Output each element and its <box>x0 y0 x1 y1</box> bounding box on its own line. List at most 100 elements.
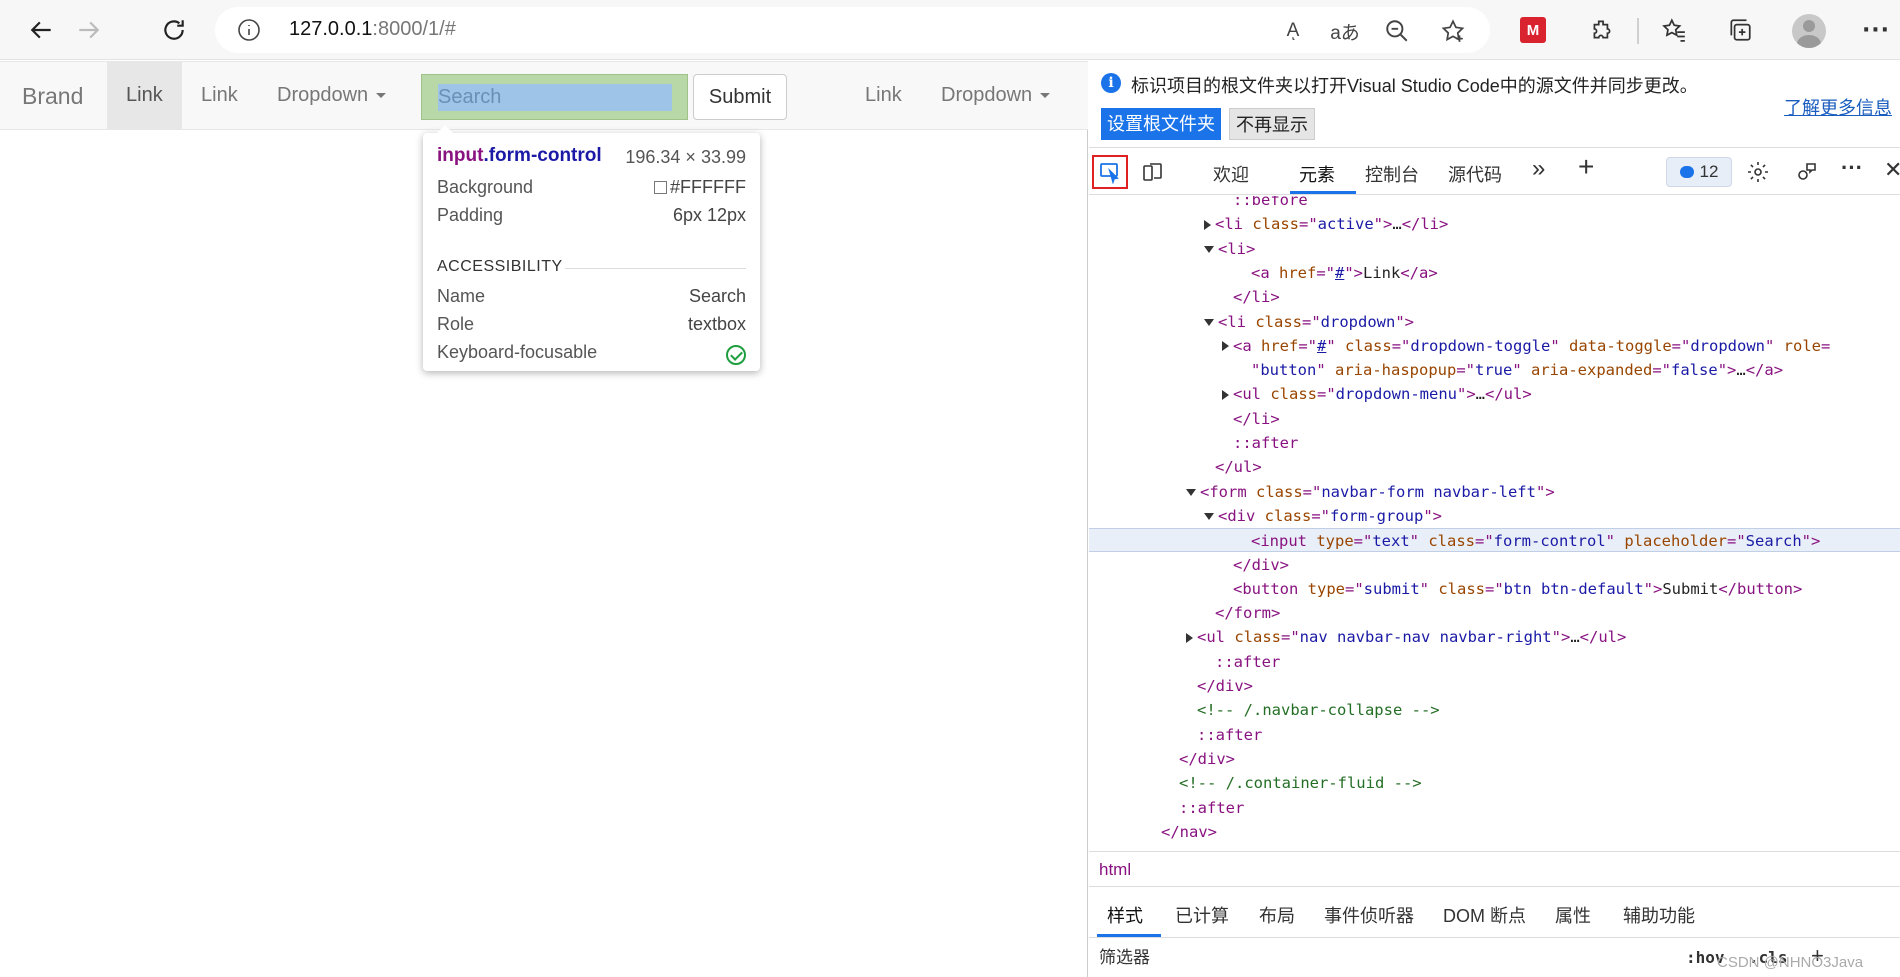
search-input[interactable] <box>438 84 672 111</box>
dom-node[interactable]: <ul class="nav navbar-nav navbar-right">… <box>1089 625 1900 649</box>
profile-avatar[interactable] <box>1792 14 1826 48</box>
subtab-computed[interactable]: 已计算 <box>1175 902 1229 928</box>
forward-button[interactable] <box>68 10 108 50</box>
add-favorite-icon[interactable] <box>1437 15 1469 47</box>
refresh-button[interactable] <box>154 10 194 50</box>
subtab-layout[interactable]: 布局 <box>1259 902 1295 928</box>
learn-more-link[interactable]: 了解更多信息 <box>1784 94 1892 120</box>
tooltip-selector: input.form-control <box>437 145 602 166</box>
navbar-link-right[interactable]: Link <box>865 84 902 107</box>
device-emulation-button[interactable] <box>1135 155 1171 189</box>
expand-triangle-icon[interactable] <box>1222 341 1229 352</box>
favorites-icon[interactable] <box>1654 10 1694 50</box>
translate-icon[interactable]: aあ <box>1329 15 1361 47</box>
info-icon: i <box>1101 73 1121 93</box>
expand-triangle-icon[interactable] <box>1204 318 1214 326</box>
dom-node-selected[interactable]: <input type="text" class="form-control" … <box>1089 528 1900 553</box>
tooltip-accessibility-heading: ACCESSIBILITY <box>437 258 563 275</box>
inspect-element-button[interactable] <box>1092 155 1128 189</box>
dom-node[interactable]: <a href="#">Link</a> <box>1089 261 1900 285</box>
toolbar-divider <box>1637 18 1639 44</box>
watermark: CSDN @NHNO3Java <box>1717 954 1864 971</box>
more-tabs-button[interactable]: » <box>1532 155 1545 183</box>
dom-node[interactable]: </li> <box>1089 407 1900 431</box>
tooltip-padding-row: Padding 6px 12px <box>437 205 746 225</box>
filter-input[interactable] <box>1099 943 1659 973</box>
dom-node[interactable]: </li> <box>1089 285 1900 309</box>
dom-node[interactable]: </nav> <box>1089 820 1900 844</box>
subtab-properties[interactable]: 属性 <box>1555 902 1591 928</box>
dom-node[interactable]: ::after <box>1089 723 1900 747</box>
dom-node[interactable]: <li> <box>1089 237 1900 261</box>
dom-node[interactable]: </div> <box>1089 553 1900 577</box>
navbar-brand[interactable]: Brand <box>22 83 83 110</box>
address-bar[interactable]: 127.0.0.1:8000/1/# Aͅ aあ <box>215 7 1490 53</box>
tooltip-role-row: Role textbox <box>437 314 746 334</box>
dom-node[interactable]: ::after <box>1089 650 1900 674</box>
dom-node[interactable]: </ul> <box>1089 455 1900 479</box>
extensions-icon[interactable] <box>1582 10 1622 50</box>
breadcrumb-item-html[interactable]: html <box>1099 860 1131 880</box>
tab-sources[interactable]: 源代码 <box>1448 161 1502 187</box>
dom-node[interactable]: <form class="navbar-form navbar-left"> <box>1089 480 1900 504</box>
dom-node[interactable]: ::after <box>1089 431 1900 455</box>
gear-icon <box>1748 162 1768 182</box>
navbar-link-active[interactable]: Link <box>126 84 163 107</box>
subtab-dom-breakpoints[interactable]: DOM 断点 <box>1443 902 1526 928</box>
arrow-right-icon <box>79 21 100 39</box>
dom-node[interactable]: <div class="form-group"> <box>1089 504 1900 528</box>
add-tab-button[interactable]: + <box>1578 151 1594 183</box>
back-button[interactable] <box>22 10 62 50</box>
dom-node[interactable]: <li class="active">…</li> <box>1089 212 1900 236</box>
expand-triangle-icon[interactable] <box>1204 219 1211 230</box>
dom-node[interactable]: <li class="dropdown"> <box>1089 310 1900 334</box>
dom-node[interactable]: </form> <box>1089 601 1900 625</box>
subtab-styles[interactable]: 样式 <box>1107 902 1143 928</box>
dom-node[interactable]: ::before <box>1089 196 1900 212</box>
devtools-more-button[interactable]: ··· <box>1841 155 1863 181</box>
set-root-folder-button[interactable]: 设置根文件夹 <box>1101 108 1221 140</box>
dom-node[interactable]: <!-- /.container-fluid --> <box>1089 771 1900 795</box>
breadcrumb: html <box>1089 851 1900 887</box>
expand-triangle-icon[interactable] <box>1186 632 1193 643</box>
read-aloud-icon[interactable]: Aͅ <box>1277 15 1309 47</box>
subtab-event-listeners[interactable]: 事件侦听器 <box>1324 902 1414 928</box>
navbar-dropdown-right[interactable]: Dropdown <box>941 84 1051 107</box>
arrow-left-icon <box>30 21 51 39</box>
dom-tree: ::before <li class="active">…</li> <li> <a … <box>1089 196 1900 850</box>
address-url[interactable]: 127.0.0.1:8000/1/# <box>289 18 456 41</box>
refresh-icon <box>164 20 184 40</box>
dom-node[interactable]: <ul class="dropdown-menu">…</ul> <box>1089 382 1900 406</box>
submit-button[interactable]: Submit <box>693 74 787 120</box>
navbar-dropdown[interactable]: Dropdown <box>277 84 387 107</box>
dom-node[interactable]: "button" aria-haspopup="true" aria-expan… <box>1089 358 1900 382</box>
tooltip-divider <box>565 268 746 269</box>
dom-node[interactable]: </div> <box>1089 747 1900 771</box>
expand-triangle-icon[interactable] <box>1204 245 1214 253</box>
dom-node[interactable]: <a href="#" class="dropdown-toggle" data… <box>1089 334 1900 358</box>
expand-triangle-icon[interactable] <box>1186 488 1196 496</box>
dom-node[interactable]: ::after <box>1089 796 1900 820</box>
issues-badge[interactable]: 12 <box>1666 157 1732 187</box>
close-devtools-button[interactable]: ✕ <box>1884 157 1900 183</box>
more-menu-icon[interactable]: ··· <box>1856 10 1896 50</box>
dont-show-again-button[interactable]: 不再显示 <box>1229 108 1315 140</box>
feedback-button[interactable] <box>1789 155 1825 189</box>
tab-welcome[interactable]: 欢迎 <box>1213 161 1249 187</box>
dom-node[interactable]: <!-- /.navbar-collapse --> <box>1089 698 1900 722</box>
dom-node[interactable]: </div> <box>1089 674 1900 698</box>
dom-node[interactable]: <button type="submit" class="btn btn-def… <box>1089 577 1900 601</box>
info-circle-icon[interactable] <box>237 18 261 42</box>
navbar-link[interactable]: Link <box>201 84 238 107</box>
extension-red-icon[interactable]: M <box>1520 17 1546 43</box>
expand-triangle-icon[interactable] <box>1204 512 1214 520</box>
settings-button[interactable] <box>1740 155 1776 189</box>
expand-triangle-icon[interactable] <box>1222 389 1229 400</box>
inspect-tooltip: input.form-control 196.34 × 33.99 Backgr… <box>423 125 760 371</box>
chat-bubble-icon <box>1679 166 1694 178</box>
tab-elements[interactable]: 元素 <box>1299 161 1335 187</box>
tab-console[interactable]: 控制台 <box>1365 161 1419 187</box>
zoom-out-icon[interactable] <box>1381 15 1413 47</box>
subtab-accessibility[interactable]: 辅助功能 <box>1623 902 1695 928</box>
collections-icon[interactable] <box>1720 10 1760 50</box>
